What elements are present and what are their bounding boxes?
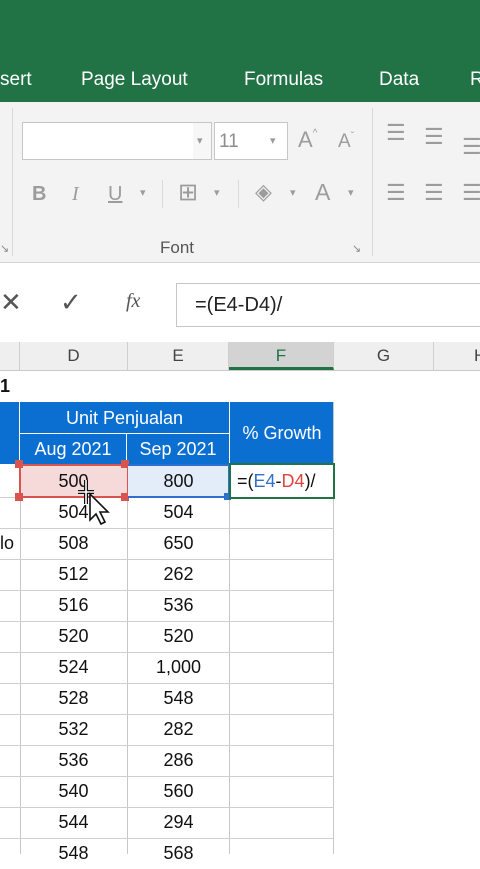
cell-d-value[interactable]: 532 [20,714,127,745]
header-unit-penjualan[interactable]: Unit Penjualan [20,402,229,434]
cell-d-value[interactable]: 520 [20,621,127,652]
tab-data[interactable]: Data [379,69,419,91]
cancel-icon[interactable]: ✕ [0,287,22,318]
divider [0,262,480,263]
cell-e-value[interactable]: 504 [128,497,229,528]
chevron-down-icon: ▾ [197,135,203,147]
cell-d-value[interactable]: 500 [20,466,127,497]
cell-d-value[interactable]: 512 [20,559,127,590]
divider [162,180,163,208]
title-cell-fragment: 1 [0,376,11,396]
cell-d-value[interactable]: 516 [20,590,127,621]
formula-input[interactable]: =(E4-D4)/ [176,283,480,327]
font-size-input[interactable]: 11 ▾ [214,122,288,160]
active-cell-f4[interactable]: =(E4-D4)/ [229,463,335,499]
cell-e-value[interactable]: 536 [128,590,229,621]
borders-icon[interactable]: ⊞ [178,181,198,205]
cell-e-value[interactable]: 548 [128,683,229,714]
font-name-input[interactable] [22,122,212,160]
tab-insert[interactable]: sert [0,69,32,91]
cell-d-value[interactable]: 544 [20,807,127,838]
cell-d-value[interactable]: 524 [20,652,127,683]
shrink-font-icon[interactable]: Aˇ [338,132,354,152]
align-right-icon[interactable]: ☰ [462,182,480,204]
cell-e-value[interactable]: 262 [128,559,229,590]
bold-button[interactable]: B [32,184,46,204]
header-growth[interactable]: % Growth [229,402,334,464]
tab-formulas[interactable]: Formulas [244,69,323,91]
chevron-down-icon[interactable]: ▾ [290,188,296,199]
italic-button[interactable]: I [72,184,79,204]
cell-d-value[interactable]: 504 [20,497,127,528]
title-bar [0,0,480,60]
chevron-down-icon[interactable]: ▾ [214,188,220,199]
cell-e-value[interactable]: 560 [128,776,229,807]
font-group-label: Font [160,238,195,257]
header-cell-c[interactable] [0,402,20,464]
font-size-value: 11 [219,131,239,152]
mouse-cursor-icon [78,480,110,526]
fill-color-icon[interactable]: ◈ [255,181,272,203]
column-header-d[interactable]: D [20,342,128,370]
font-dialog-launcher-icon[interactable]: ↘ [352,242,361,255]
formula-text: =(E4-D4)/ [195,294,283,316]
cell-d-value[interactable]: 536 [20,745,127,776]
header-aug-2021[interactable]: Aug 2021 [20,434,127,464]
align-top-icon[interactable]: ☰ [386,122,406,144]
grow-font-icon[interactable]: A^ [298,129,317,151]
cell-c-fragment: lo [0,533,15,553]
cell-e-value[interactable]: 282 [128,714,229,745]
cell-e-value[interactable]: 800 [128,466,229,497]
divider [238,180,239,208]
cell-e-value[interactable]: 1,000 [128,652,229,683]
tab-page-layout[interactable]: Page Layout [81,69,188,91]
group-divider [12,108,13,256]
tab-review[interactable]: R [470,69,480,91]
cell-d-value[interactable]: 508 [20,528,127,559]
group-divider [372,108,373,256]
chevron-down-icon: ▾ [270,135,276,147]
cell-e-value[interactable]: 294 [128,807,229,838]
active-cell-formula: =(E4-D4)/ [237,471,316,491]
font-color-icon[interactable]: A [315,181,330,204]
align-center-icon[interactable]: ☰ [424,182,444,204]
cell-e-value[interactable]: 520 [128,621,229,652]
header-sep-2021[interactable]: Sep 2021 [127,434,229,464]
column-header-h[interactable]: H [434,342,480,370]
align-left-icon[interactable]: ☰ [386,182,406,204]
cell-e-value[interactable]: 650 [128,528,229,559]
column-header-c[interactable] [0,342,20,370]
cell-e-value[interactable]: 286 [128,745,229,776]
insert-function-icon[interactable]: fx [126,290,140,313]
cell-d-value[interactable]: 528 [20,683,127,714]
enter-icon[interactable]: ✓ [60,287,82,318]
font-name-dropdown[interactable]: ▾ [193,122,212,160]
chevron-down-icon[interactable]: ▾ [140,188,146,199]
align-middle-icon[interactable]: ☰ [424,126,444,148]
column-header-e[interactable]: E [128,342,229,370]
underline-button[interactable]: U [108,184,122,204]
column-header-g[interactable]: G [334,342,434,370]
chevron-down-icon[interactable]: ▾ [348,188,354,199]
column-header-f[interactable]: F [229,342,334,370]
clipboard-dialog-launcher-icon[interactable]: ↘ [0,242,9,255]
align-bottom-icon[interactable]: ☰ [462,136,480,158]
cell-d-value[interactable]: 540 [20,776,127,807]
grid-line [229,464,230,854]
